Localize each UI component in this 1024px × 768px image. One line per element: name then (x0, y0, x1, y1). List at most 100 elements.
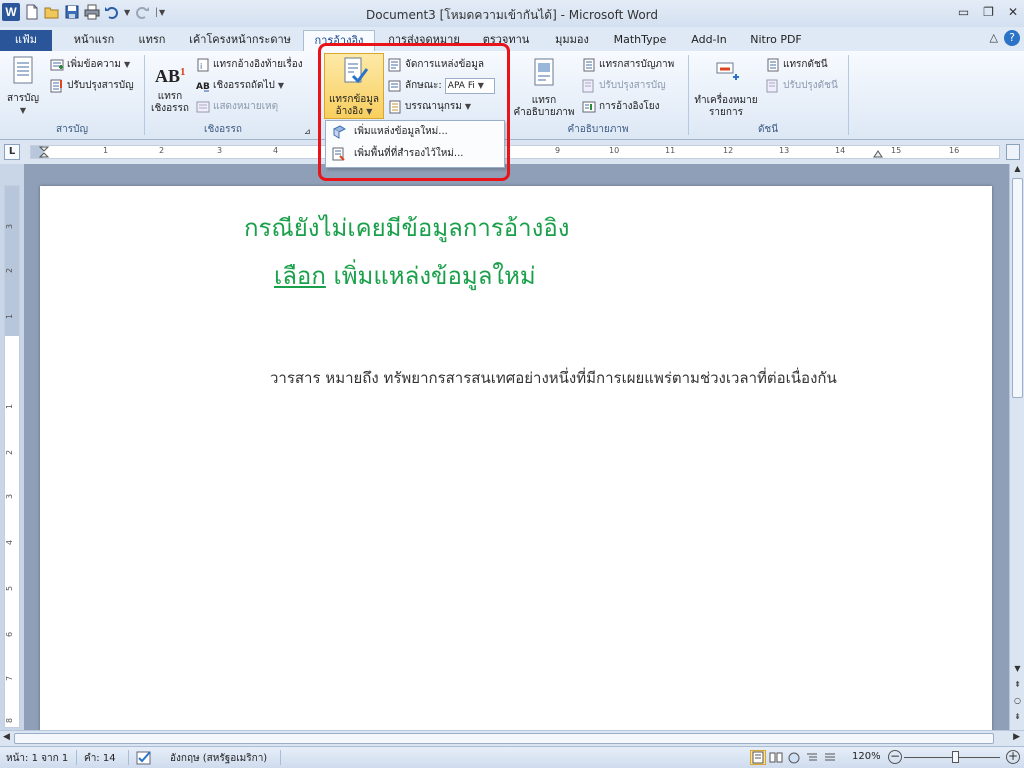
draft-view-icon[interactable] (822, 750, 838, 765)
ruler-number: 14 (835, 146, 846, 155)
insert-table-of-figures-button[interactable]: แทรกสารบัญภาพ (582, 56, 674, 74)
document-body-text[interactable]: วารสาร หมายถึง ทรัพยากรสารสนเทศอย่างหนึ่… (270, 366, 837, 390)
help-icon[interactable]: ? (1004, 30, 1020, 46)
select-browse-object-icon[interactable]: ○ (1012, 696, 1023, 708)
status-separator (280, 750, 281, 765)
next-footnote-icon: AB (196, 82, 210, 92)
horizontal-ruler[interactable]: 1 2 3 4 9 10 11 12 13 14 15 16 (30, 145, 1000, 159)
full-screen-reading-view-icon[interactable] (768, 750, 784, 765)
zoom-in-icon[interactable]: + (1006, 750, 1020, 764)
highlight-outline (318, 43, 510, 181)
tab-page-layout[interactable]: เค้าโครงหน้ากระดาษ (184, 30, 296, 51)
scroll-down-icon[interactable]: ▼ (1012, 664, 1023, 676)
minimize-icon[interactable]: ▭ (958, 5, 969, 19)
add-text-button[interactable]: เพิ่มข้อความ ▼ (50, 56, 130, 74)
language-indicator[interactable]: อังกฤษ (สหรัฐอเมริกา) (170, 751, 267, 766)
insert-footnote-button[interactable]: AB1 แทรก เชิงอรรถ (148, 57, 192, 115)
vruler-number: 3 (5, 493, 15, 500)
vertical-scroll-thumb[interactable] (1012, 178, 1023, 398)
show-notes-label: แสดงหมายเหตุ (213, 101, 279, 112)
tab-file[interactable]: แฟ้ม (0, 30, 52, 51)
update-index-icon (766, 79, 778, 93)
next-footnote-button[interactable]: AB เชิงอรรถถัดไป ▼ (196, 77, 284, 95)
insert-index-button[interactable]: แทรกดัชนี (766, 56, 828, 74)
mark-entry-button[interactable]: ทำเครื่องหมาย รายการ (690, 57, 762, 119)
outline-view-icon[interactable] (804, 750, 820, 765)
tab-home[interactable]: หน้าแรก (64, 30, 124, 51)
scroll-right-icon[interactable]: ▶ (1013, 732, 1020, 742)
insert-caption-label-2: คำอธิบายภาพ (513, 107, 575, 118)
print-layout-view-icon[interactable] (750, 750, 766, 765)
restore-icon[interactable]: ❐ (983, 5, 994, 19)
insert-caption-button[interactable]: แทรก คำอธิบายภาพ (512, 57, 576, 119)
tab-insert[interactable]: แทรก (130, 30, 174, 51)
table-of-contents-label: สารบัญ (7, 93, 39, 104)
vruler-number: 2 (5, 449, 15, 456)
scroll-left-icon[interactable]: ◀ (3, 732, 10, 742)
ruler-number: 11 (665, 146, 676, 155)
footnotes-dialog-launcher-icon[interactable]: ⊿ (304, 123, 311, 141)
zoom-out-icon[interactable]: − (888, 750, 902, 764)
table-of-contents-icon (13, 56, 33, 84)
word-count[interactable]: คำ: 14 (84, 751, 116, 766)
zoom-slider-handle[interactable] (952, 751, 959, 763)
ruler-number: 2 (159, 146, 165, 155)
page-count[interactable]: หน้า: 1 จาก 1 (6, 751, 68, 766)
status-bar: หน้า: 1 จาก 1 คำ: 14 อังกฤษ (สหรัฐอเมริก… (0, 746, 1024, 768)
previous-page-icon[interactable]: ⇞ (1012, 680, 1023, 692)
ribbon-separator (688, 55, 689, 135)
status-separator (76, 750, 77, 765)
close-icon[interactable]: ✕ (1008, 5, 1018, 19)
ribbon-separator (144, 55, 145, 135)
vruler-number: 1 (5, 403, 15, 410)
vruler-number: 8 (5, 717, 15, 724)
mark-entry-icon (716, 62, 739, 80)
vertical-ruler[interactable]: 3 2 1 1 2 3 4 5 6 7 8 (4, 185, 20, 728)
document-page[interactable]: กรณียังไม่เคยมีข้อมูลการอ้างอิง เลือก เพ… (40, 186, 992, 730)
group-label-captions: คำอธิบายภาพ (567, 124, 629, 135)
annotation-choose: เลือก (274, 262, 326, 290)
insert-caption-icon (534, 58, 554, 86)
show-notes-button[interactable]: แสดงหมายเหตุ (196, 98, 278, 116)
cross-reference-label: การอ้างอิงโยง (599, 101, 660, 112)
vruler-number: 3 (5, 223, 15, 230)
insert-caption-label-1: แทรก (531, 95, 557, 106)
proofing-check-icon[interactable] (136, 750, 154, 766)
vruler-number: 7 (5, 675, 15, 682)
annotation-line-2: เลือก เพิ่มแหล่งข้อมูลใหม่ (274, 256, 536, 295)
update-table-of-figures-button[interactable]: ปรับปรุงสารบัญ (582, 77, 666, 95)
right-indent-marker-icon[interactable] (873, 148, 883, 158)
tab-add-in[interactable]: Add-In (684, 30, 734, 51)
tab-mathtype[interactable]: MathType (606, 30, 674, 51)
web-layout-view-icon[interactable] (786, 750, 802, 765)
annotation-line-1: กรณียังไม่เคยมีข้อมูลการอ้างอิง (244, 214, 570, 242)
ribbon-tabs: แฟ้ม หน้าแรก แทรก เค้าโครงหน้ากระดาษ การ… (0, 27, 1024, 51)
indent-marker-icon[interactable] (39, 146, 51, 158)
cross-reference-button[interactable]: การอ้างอิงโยง (582, 98, 660, 116)
tab-selector[interactable]: L (4, 144, 20, 160)
status-separator (128, 750, 129, 765)
ruler-number: 1 (103, 146, 109, 155)
table-of-contents-button[interactable]: สารบัญ ▼ (4, 55, 42, 117)
next-page-icon[interactable]: ⇟ (1012, 712, 1023, 724)
title-bar: W ▼ │▼ Document3 [โหมดความเข้ากันได้] - … (0, 0, 1024, 27)
ribbon-references: สารบัญ ▼ เพิ่มข้อความ ▼ ปรับปรุงสารบัญ ส… (0, 51, 1024, 140)
horizontal-scrollbar[interactable]: ◀ ▶ (0, 730, 1024, 746)
add-text-label: เพิ่มข้อความ (67, 59, 121, 70)
ruler-number: 4 (273, 146, 279, 155)
insert-endnote-button[interactable]: i แทรกอ้างอิงท้ายเรื่อง (196, 56, 303, 74)
collapse-ribbon-icon[interactable]: △ (990, 31, 998, 44)
vruler-number: 4 (5, 539, 15, 546)
update-table-button[interactable]: ปรับปรุงสารบัญ (50, 77, 134, 95)
tab-nitro-pdf[interactable]: Nitro PDF (744, 30, 808, 51)
ruler-number: 12 (723, 146, 734, 155)
horizontal-scroll-thumb[interactable] (14, 733, 994, 744)
update-index-button[interactable]: ปรับปรุงดัชนี (766, 77, 838, 95)
vruler-number: 6 (5, 631, 15, 638)
zoom-level[interactable]: 120% (852, 751, 881, 762)
mark-entry-label-2: รายการ (709, 107, 743, 118)
scroll-up-icon[interactable]: ▲ (1012, 164, 1023, 176)
vertical-scrollbar[interactable]: ▲ ▼ ⇞ ○ ⇟ (1009, 164, 1024, 730)
tab-view[interactable]: มุมมอง (546, 30, 598, 51)
view-ruler-icon[interactable] (1006, 144, 1020, 160)
